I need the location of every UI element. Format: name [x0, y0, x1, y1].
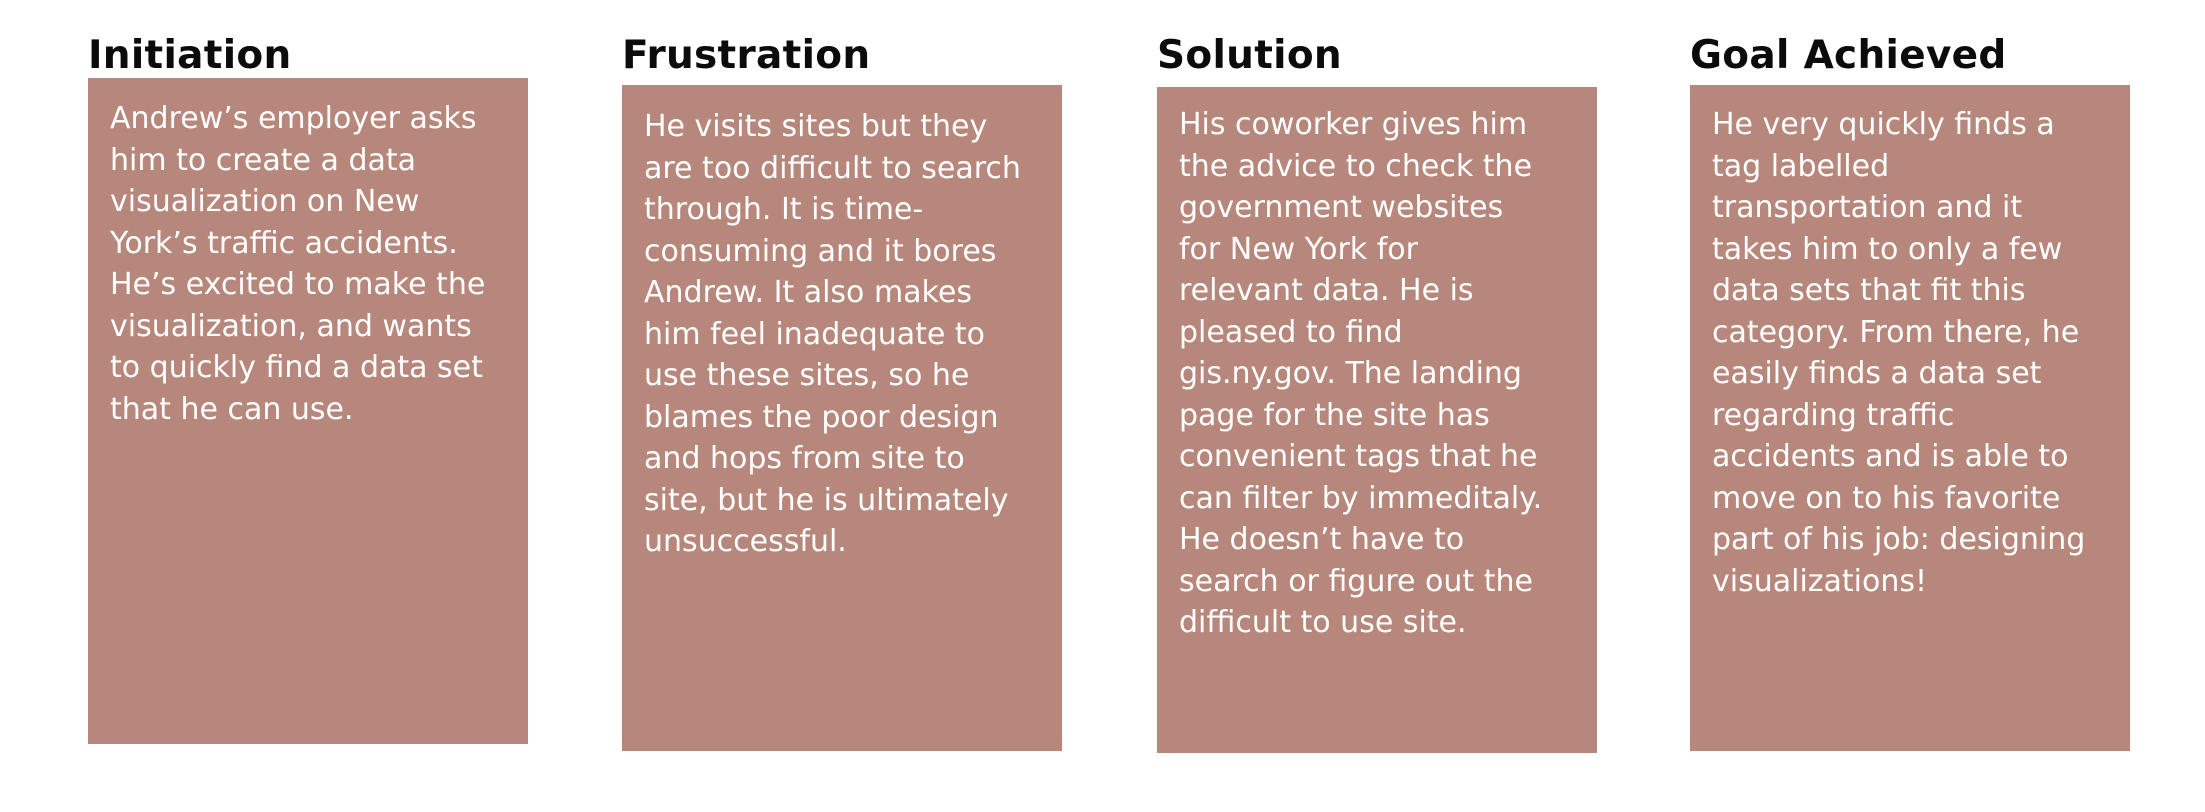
stage-card-initiation: Andrew’s employer asks him to create a d…	[88, 78, 528, 744]
stage-title-frustration: Frustration	[622, 33, 871, 78]
stage-description-solution: His coworker gives him the advice to che…	[1179, 107, 1543, 640]
stage-title-initiation: Initiation	[88, 33, 292, 78]
stage-description-initiation: Andrew’s employer asks him to create a d…	[110, 101, 486, 427]
stage-description-frustration: He visits sites but they are too difficu…	[644, 109, 1021, 559]
stage-card-solution: His coworker gives him the advice to che…	[1157, 87, 1597, 753]
stage-description-goal-achieved: He very quickly finds a tag labelled tra…	[1712, 107, 2086, 599]
journey-map: Initiation Andrew’s employer asks him to…	[0, 0, 2205, 812]
stage-card-goal-achieved: He very quickly finds a tag labelled tra…	[1690, 85, 2130, 751]
stage-title-goal-achieved: Goal Achieved	[1690, 33, 2007, 78]
stage-title-solution: Solution	[1157, 33, 1342, 78]
stage-card-frustration: He visits sites but they are too difficu…	[622, 85, 1062, 751]
